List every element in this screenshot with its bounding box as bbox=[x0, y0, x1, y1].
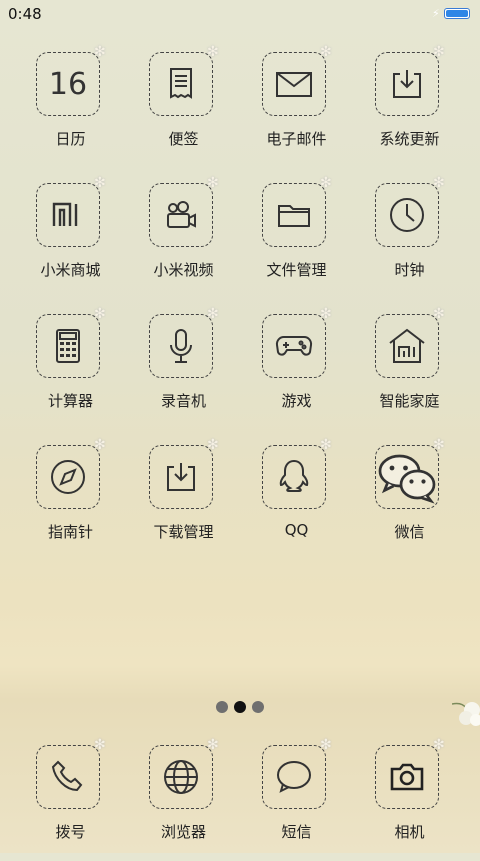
app-label: 指南针 bbox=[47, 523, 93, 541]
app-label: 智能家庭 bbox=[379, 392, 440, 410]
app-label: 文件管理 bbox=[266, 261, 327, 279]
app-label: 浏览器 bbox=[160, 823, 206, 841]
system-update-icon bbox=[375, 52, 439, 116]
charging-icon: ⚡ bbox=[432, 7, 440, 20]
app-file-manager[interactable]: ✻ 文件管理 bbox=[240, 175, 353, 299]
app-label: 相机 bbox=[394, 823, 425, 841]
smart-home-icon bbox=[375, 314, 439, 378]
app-label: 拨号 bbox=[55, 823, 86, 841]
folder-icon bbox=[262, 183, 326, 247]
battery-icon bbox=[444, 8, 470, 19]
globe-icon bbox=[149, 745, 213, 809]
gamepad-icon bbox=[262, 314, 326, 378]
video-camera-icon bbox=[149, 183, 213, 247]
microphone-icon bbox=[149, 314, 213, 378]
mail-icon bbox=[262, 52, 326, 116]
app-downloads[interactable]: ✻ 下载管理 bbox=[127, 437, 240, 561]
app-label: 计算器 bbox=[47, 392, 93, 410]
app-label: 微信 bbox=[394, 523, 425, 541]
app-label: 短信 bbox=[281, 823, 312, 841]
app-email[interactable]: ✻ 电子邮件 bbox=[240, 44, 353, 168]
app-label: 便签 bbox=[168, 130, 199, 148]
notes-icon bbox=[149, 52, 213, 116]
app-label: 日历 bbox=[55, 130, 86, 148]
download-icon bbox=[149, 445, 213, 509]
page-dot-active[interactable] bbox=[234, 701, 246, 713]
calendar-icon: 16 bbox=[36, 52, 100, 116]
page-dot[interactable] bbox=[252, 701, 264, 713]
app-label: 游戏 bbox=[281, 392, 312, 410]
page-indicator bbox=[216, 700, 268, 714]
app-label: 小米商城 bbox=[40, 261, 101, 279]
app-mi-store[interactable]: ✻ 小米商城 bbox=[14, 175, 127, 299]
app-label: 小米视频 bbox=[153, 261, 214, 279]
app-qq[interactable]: ✻ QQ bbox=[240, 437, 353, 561]
app-label: 系统更新 bbox=[379, 130, 440, 148]
dock-phone[interactable]: ✻ 拨号 bbox=[14, 737, 127, 861]
app-recorder[interactable]: ✻ 录音机 bbox=[127, 306, 240, 430]
app-calculator[interactable]: ✻ 计算器 bbox=[14, 306, 127, 430]
qq-penguin-icon bbox=[262, 445, 326, 509]
wechat-icon bbox=[375, 445, 439, 509]
dock-camera[interactable]: ✻ 相机 bbox=[353, 737, 466, 861]
app-compass[interactable]: ✻ 指南针 bbox=[14, 437, 127, 561]
page-dot[interactable] bbox=[216, 701, 228, 713]
calculator-icon bbox=[36, 314, 100, 378]
flower-decoration bbox=[452, 702, 480, 726]
app-mi-video[interactable]: ✻ 小米视频 bbox=[127, 175, 240, 299]
camera-icon bbox=[375, 745, 439, 809]
app-clock[interactable]: ✻ 时钟 bbox=[353, 175, 466, 299]
clock-icon bbox=[375, 183, 439, 247]
status-bar: 0:48 ⚡ bbox=[0, 0, 480, 28]
compass-icon bbox=[36, 445, 100, 509]
app-label: 电子邮件 bbox=[266, 130, 327, 148]
app-system-update[interactable]: ✻ 系统更新 bbox=[353, 44, 466, 168]
mi-store-icon bbox=[36, 183, 100, 247]
dock-browser[interactable]: ✻ 浏览器 bbox=[127, 737, 240, 861]
app-label: 录音机 bbox=[160, 392, 206, 410]
calendar-date: 16 bbox=[48, 66, 88, 102]
phone-icon bbox=[36, 745, 100, 809]
app-notes[interactable]: ✻ 便签 bbox=[127, 44, 240, 168]
message-icon bbox=[262, 745, 326, 809]
app-label: QQ bbox=[284, 521, 309, 539]
app-calendar[interactable]: 16 ✻ 日历 bbox=[14, 44, 127, 168]
app-label: 下载管理 bbox=[153, 523, 214, 541]
status-time: 0:48 bbox=[8, 5, 42, 23]
app-wechat[interactable]: ✻ 微信 bbox=[353, 437, 466, 561]
app-label: 时钟 bbox=[394, 261, 425, 279]
dock-messages[interactable]: ✻ 短信 bbox=[240, 737, 353, 861]
app-games[interactable]: ✻ 游戏 bbox=[240, 306, 353, 430]
app-smart-home[interactable]: ✻ 智能家庭 bbox=[353, 306, 466, 430]
